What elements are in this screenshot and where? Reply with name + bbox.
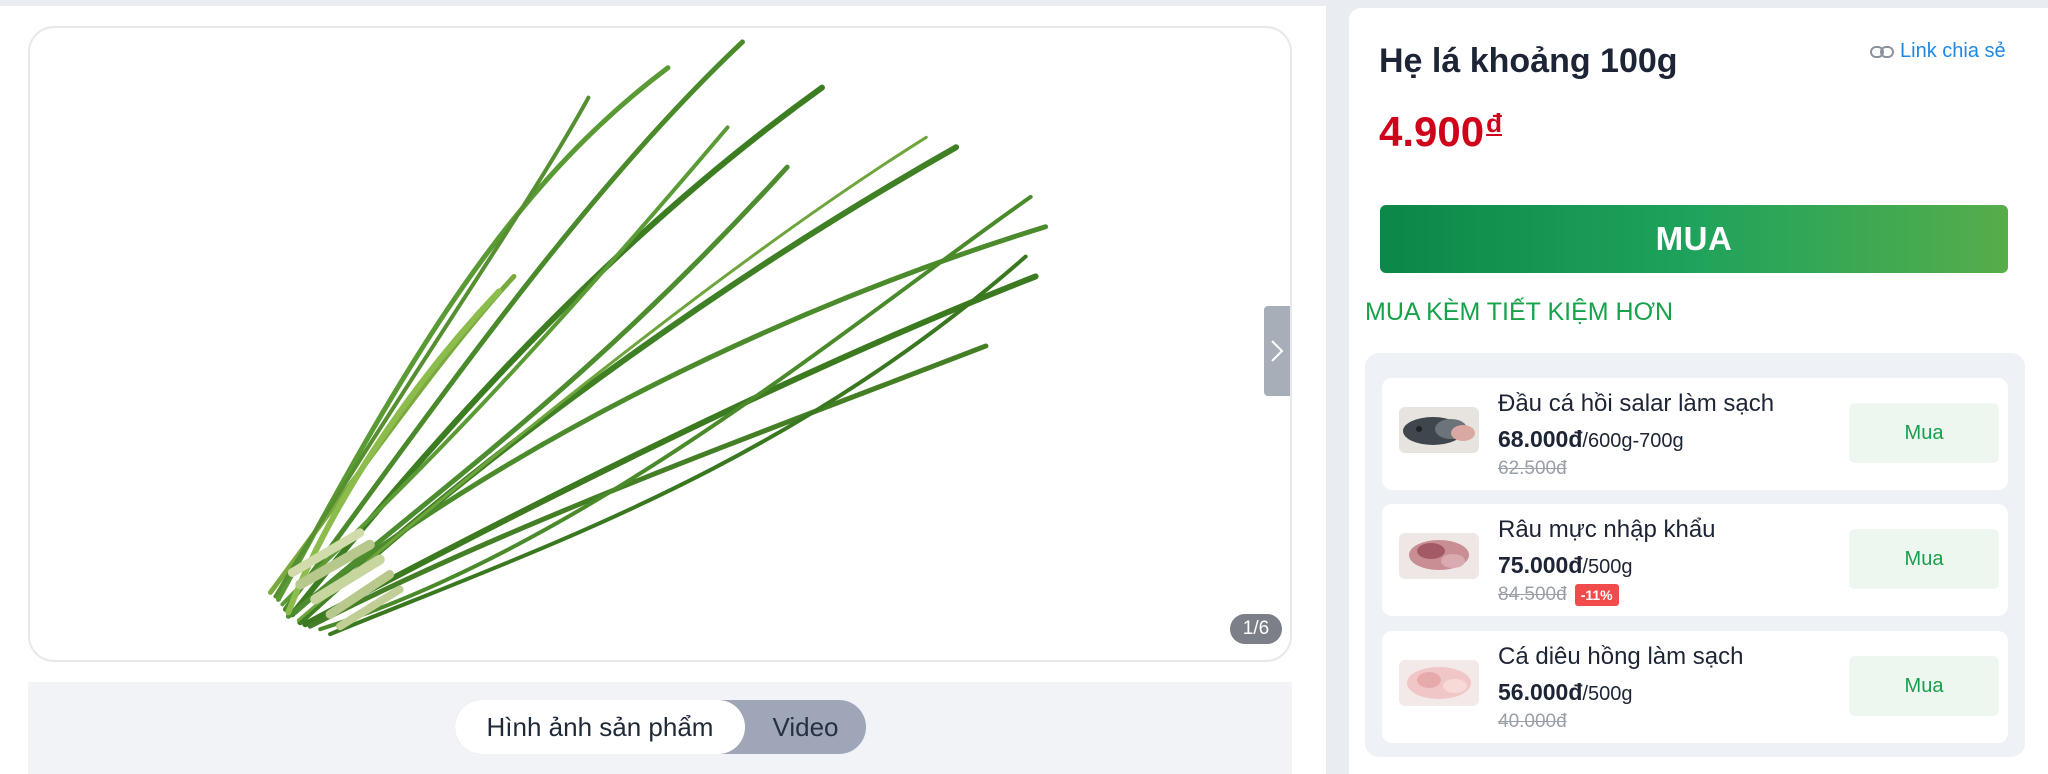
buy-button[interactable]: MUA: [1380, 205, 2008, 273]
bundle-item-price: 75.000đ/500g: [1498, 552, 1632, 579]
bundle-item-price-value: 56.000đ: [1498, 679, 1583, 705]
link-icon: [1870, 45, 1894, 58]
bundle-item-unit: /600g-700g: [1582, 430, 1684, 452]
bundle-heading: MUA KÈM TIẾT KIỆM HƠN: [1365, 298, 1674, 326]
image-carousel[interactable]: 1/6: [28, 26, 1292, 662]
bundle-item-old-price: 84.500đ: [1498, 584, 1567, 605]
bundle-item-old-price: 40.000đ: [1498, 711, 1567, 732]
bundle-item-price-value: 68.000đ: [1498, 426, 1583, 452]
product-price: 4.900đ: [1379, 108, 1502, 156]
bundle-item-image: [1399, 660, 1479, 706]
product-gallery-panel: 1/6 Hình ảnh sản phẩm Video: [0, 6, 1326, 774]
bundle-item-unit: /500g: [1582, 683, 1633, 705]
product-title: Hẹ lá khoảng 100g: [1379, 42, 1678, 80]
bundle-item-price: 56.000đ/500g: [1498, 679, 1632, 706]
bundle-item-old-row: 84.500đ -11%: [1498, 584, 1619, 606]
bundle-item-old-row: 40.000đ: [1498, 711, 1567, 733]
bundle-item-buy-button[interactable]: Mua: [1849, 403, 1999, 463]
bundle-item-unit: /500g: [1582, 556, 1633, 578]
bundle-item-old-price: 62.500đ: [1498, 458, 1567, 479]
price-value: 4.900: [1379, 108, 1485, 155]
product-image: [267, 39, 1049, 637]
share-link-label: Link chia sẻ: [1900, 40, 2006, 62]
bundle-item-name: Cá diêu hồng làm sạch: [1498, 643, 1744, 670]
tab-product-images[interactable]: Hình ảnh sản phẩm: [455, 700, 745, 754]
bundle-item: Cá diêu hồng làm sạch 56.000đ/500g 40.00…: [1382, 631, 2008, 743]
bundle-item-image: [1399, 533, 1479, 579]
bundle-item-name: Râu mực nhập khẩu: [1498, 516, 1716, 543]
share-link[interactable]: Link chia sẻ: [1870, 40, 2006, 63]
chevron-right-icon: [1271, 340, 1284, 362]
bundle-item-buy-button[interactable]: Mua: [1849, 529, 1999, 589]
bundle-item-name: Đầu cá hồi salar làm sạch: [1498, 390, 1775, 417]
media-tab-bar: Hình ảnh sản phẩm Video: [28, 682, 1292, 774]
bundle-list: Đầu cá hồi salar làm sạch 68.000đ/600g-7…: [1365, 353, 2025, 757]
image-counter: 1/6: [1230, 614, 1282, 644]
price-currency: đ: [1486, 108, 1502, 138]
product-info-panel: Hẹ lá khoảng 100g Link chia sẻ 4.900đ MU…: [1349, 8, 2048, 774]
bundle-item-image: [1399, 407, 1479, 453]
bundle-item: Râu mực nhập khẩu 75.000đ/500g 84.500đ -…: [1382, 504, 2008, 616]
tab-video[interactable]: Video: [745, 700, 866, 754]
bundle-item: Đầu cá hồi salar làm sạch 68.000đ/600g-7…: [1382, 378, 2008, 490]
bundle-item-price: 68.000đ/600g-700g: [1498, 426, 1684, 453]
bundle-item-old-row: 62.500đ: [1498, 458, 1567, 480]
bundle-item-price-value: 75.000đ: [1498, 552, 1583, 578]
media-tab-group: Hình ảnh sản phẩm Video: [455, 700, 866, 754]
bundle-item-buy-button[interactable]: Mua: [1849, 656, 1999, 716]
discount-badge: -11%: [1574, 584, 1619, 606]
next-image-button[interactable]: [1264, 306, 1290, 396]
